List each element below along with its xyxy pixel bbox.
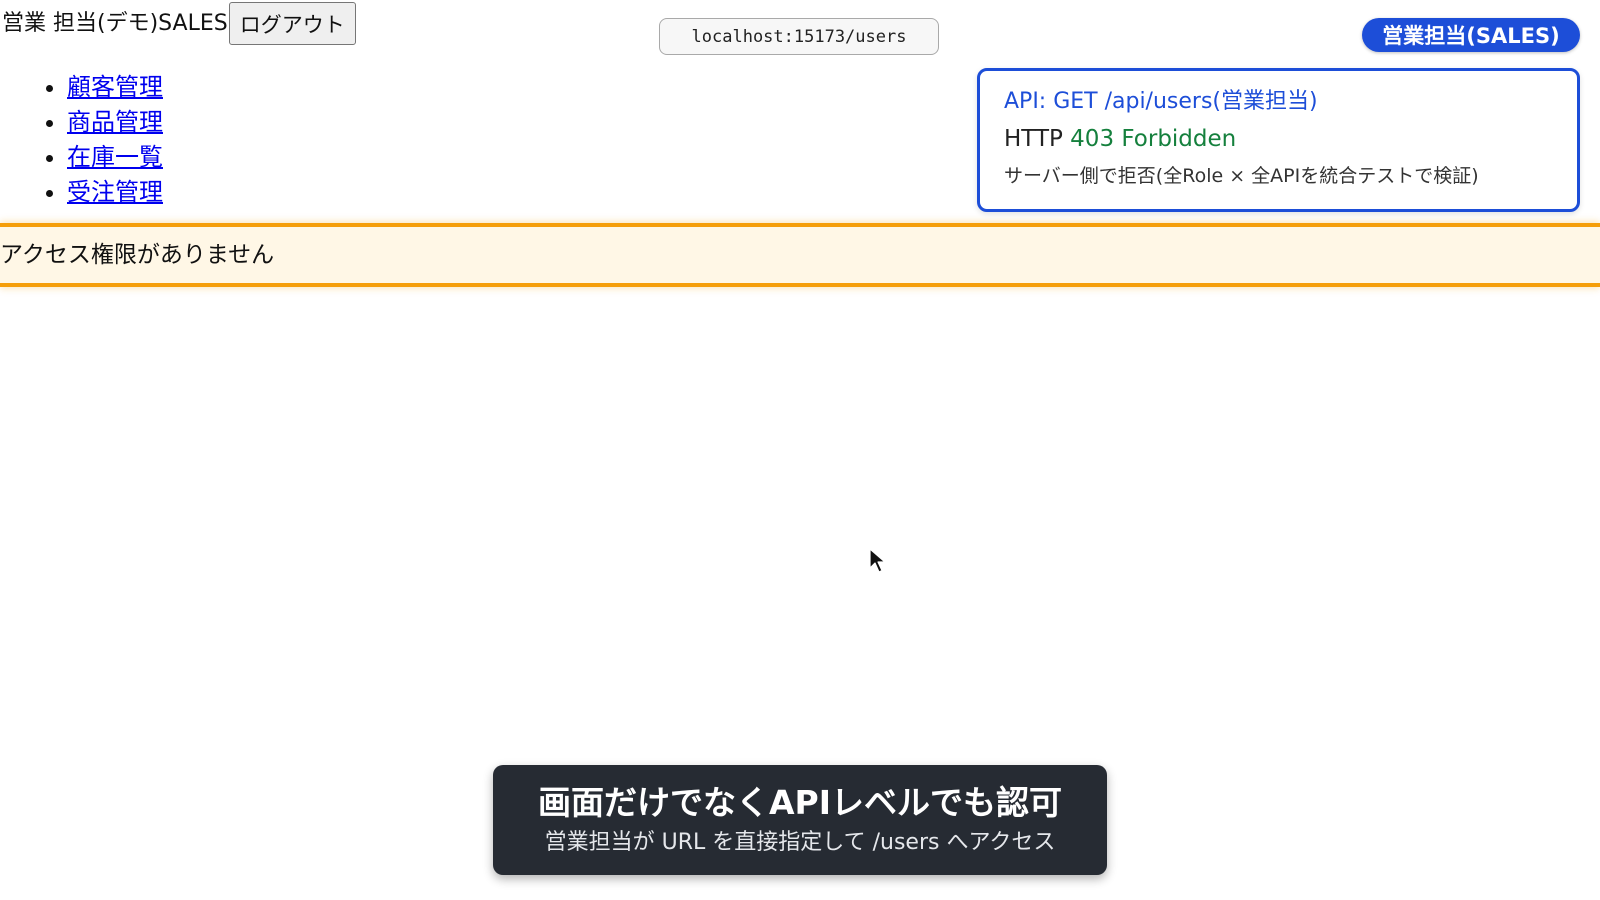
- api-response-panel: API: GET /api/users(営業担当) HTTP 403 Forbi…: [977, 68, 1580, 212]
- main-nav: 顧客管理 商品管理 在庫一覧 受注管理: [26, 70, 163, 210]
- nav-link-customers[interactable]: 顧客管理: [67, 73, 163, 101]
- mouse-pointer-icon: [869, 548, 886, 573]
- caption-box: 画面だけでなくAPIレベルでも認可 営業担当が URL を直接指定して /use…: [493, 765, 1107, 875]
- nav-link-inventory[interactable]: 在庫一覧: [67, 143, 163, 171]
- user-label: 営業 担当(デモ)SALES: [2, 10, 228, 36]
- nav-item-orders: 受注管理: [67, 175, 163, 210]
- role-badge: 営業担当(SALES): [1362, 18, 1580, 52]
- nav-item-products: 商品管理: [67, 105, 163, 140]
- alert-message: アクセス権限がありません: [0, 242, 275, 268]
- nav-item-customers: 顧客管理: [67, 70, 163, 105]
- api-request-line: API: GET /api/users(営業担当): [1004, 89, 1318, 114]
- caption-subtitle: 営業担当が URL を直接指定して /users へアクセス: [544, 830, 1056, 855]
- http-status-line: HTTP 403 Forbidden: [1004, 119, 1553, 159]
- user-header: 営業 担当(デモ)SALES ログアウト: [2, 2, 356, 45]
- nav-link-orders[interactable]: 受注管理: [67, 178, 163, 206]
- http-status-code: 403 Forbidden: [1070, 126, 1237, 152]
- access-denied-alert: アクセス権限がありません: [0, 223, 1600, 287]
- url-display: localhost:15173/users: [659, 18, 939, 55]
- http-prefix: HTTP: [1004, 126, 1071, 152]
- nav-link-products[interactable]: 商品管理: [67, 108, 163, 136]
- api-note: サーバー側で拒否(全Role × 全APIを統合テストで検証): [1004, 165, 1479, 187]
- nav-item-inventory: 在庫一覧: [67, 140, 163, 175]
- caption-title: 画面だけでなくAPIレベルでも認可: [537, 783, 1062, 822]
- logout-button[interactable]: ログアウト: [228, 2, 356, 45]
